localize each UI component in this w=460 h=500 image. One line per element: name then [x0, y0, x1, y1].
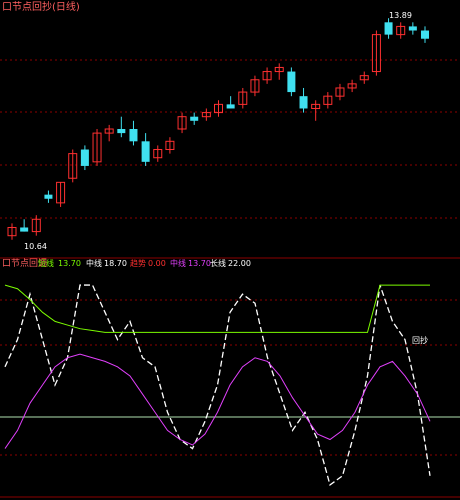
legend-label-5: 长线 — [210, 258, 226, 268]
candle-body — [117, 129, 126, 134]
candle-body — [44, 194, 53, 199]
candle-body — [299, 96, 308, 109]
marker-label: 回抄 — [412, 335, 428, 345]
lower-gridlines — [0, 299, 460, 456]
candle-body — [384, 22, 393, 35]
candle-body — [287, 71, 296, 93]
legend-label-3: 趋势 — [130, 258, 146, 268]
legend-value-1: 13.70 — [58, 259, 81, 268]
legend-value-3: 0.00 — [148, 259, 166, 268]
candle-body — [80, 149, 89, 166]
candle-body — [129, 129, 138, 142]
upper-title: 口节点回抄(日线) — [2, 0, 80, 13]
legend-value-4: 13.70 — [188, 259, 211, 268]
candle-body — [190, 116, 199, 121]
candle-body — [408, 26, 417, 31]
legend-value-5: 22.00 — [228, 259, 251, 268]
candle-body — [421, 30, 429, 39]
candle-body — [226, 104, 235, 109]
candle-body — [20, 227, 29, 232]
candle-body — [141, 141, 150, 162]
low-price-label: 10.64 — [24, 242, 47, 251]
series-line — [4, 353, 431, 449]
high-price-label: 13.89 — [389, 11, 412, 20]
legend-label-4: 中线 — [170, 258, 186, 268]
legend-label-1: 短线 — [38, 258, 54, 268]
chart-canvas: 口节点回抄(日线) 13.89 10.64 口节点回调 短线 13.70 中线 … — [0, 0, 460, 498]
series-line — [4, 284, 430, 333]
upper-gridlines — [0, 59, 460, 219]
candlestick-series — [7, 18, 429, 240]
legend: 短线 13.70 中线 18.70 趋势 0.00 中线 13.70 长线 22… — [38, 258, 251, 268]
chart-app: 口节点回抄(日线) 13.89 10.64 口节点回调 短线 13.70 中线 … — [0, 0, 460, 500]
legend-label-2: 中线 — [86, 258, 102, 268]
legend-value-2: 18.70 — [104, 259, 127, 268]
